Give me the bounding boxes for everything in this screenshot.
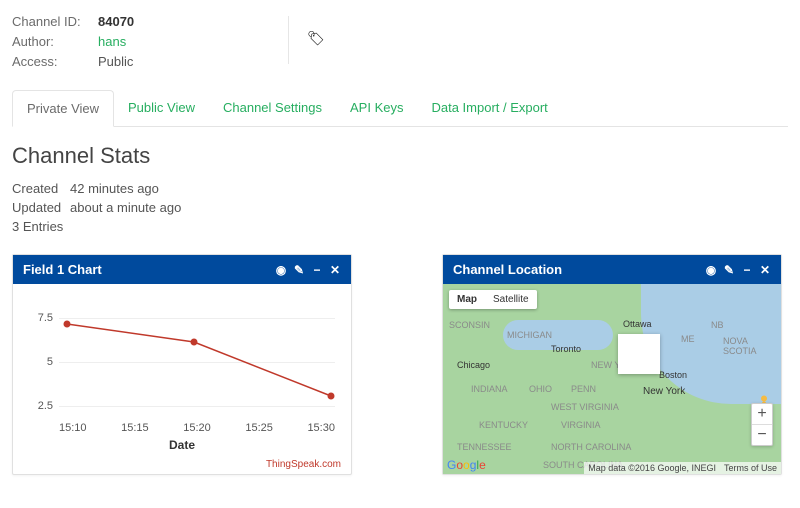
xtick: 15:25 — [245, 422, 273, 434]
tab-public-view[interactable]: Public View — [114, 90, 209, 126]
tab-private-view[interactable]: Private View — [12, 90, 114, 127]
map-label: Toronto — [551, 344, 581, 354]
map-label: NOVA SCOTIA — [723, 336, 781, 356]
map-label: NB — [711, 320, 724, 330]
tab-api-keys[interactable]: API Keys — [336, 90, 417, 126]
ytick: 7.5 — [23, 312, 53, 324]
map-label: WEST VIRGINIA — [551, 402, 619, 412]
author-link[interactable]: hans — [98, 32, 126, 52]
map-label: OHIO — [529, 384, 552, 394]
xtick: 15:15 — [121, 422, 149, 434]
map-type-map[interactable]: Map — [449, 290, 485, 309]
updated-label: Updated — [12, 198, 70, 217]
tag-icon: 🏷 — [289, 12, 325, 72]
field1-chart-panel: Field 1 Chart ◉ ✎ − ✕ 7.5 5 2.5 — [12, 254, 352, 475]
edit-icon[interactable]: ✎ — [293, 264, 305, 276]
channel-id-label: Channel ID: — [12, 12, 98, 32]
zoom-out-button[interactable]: − — [752, 425, 772, 445]
xaxis-label: Date — [23, 438, 341, 452]
tab-channel-settings[interactable]: Channel Settings — [209, 90, 336, 126]
edit-icon[interactable]: ✎ — [723, 264, 735, 276]
entries-value: 3 Entries — [12, 217, 63, 236]
map-label: TENNESSEE — [457, 442, 512, 452]
access-value: Public — [98, 52, 133, 72]
minimize-icon[interactable]: − — [741, 264, 753, 276]
map-label: Chicago — [457, 360, 490, 370]
field1-chart-title: Field 1 Chart — [23, 262, 275, 277]
xtick: 15:10 — [59, 422, 87, 434]
minimize-icon[interactable]: − — [311, 264, 323, 276]
map-label: New York — [643, 386, 685, 397]
map-label: INDIANA — [471, 384, 508, 394]
tabs: Private View Public View Channel Setting… — [12, 90, 788, 127]
tab-data-import-export[interactable]: Data Import / Export — [417, 90, 561, 126]
close-icon[interactable]: ✕ — [329, 264, 341, 276]
google-logo: Google — [447, 458, 486, 472]
field1-line-chart: 7.5 5 2.5 15:10 15:15 15:2 — [23, 294, 341, 454]
map-type-satellite[interactable]: Satellite — [485, 290, 537, 309]
access-label: Access: — [12, 52, 98, 72]
chart-attribution[interactable]: ThingSpeak.com — [266, 459, 341, 470]
map-canvas[interactable]: SCONSIN MICHIGAN Toronto Ottawa Chicago … — [443, 284, 781, 474]
page-title: Channel Stats — [12, 143, 788, 169]
map-label: ME — [681, 334, 695, 344]
created-value: 42 minutes ago — [70, 179, 159, 198]
zoom-in-button[interactable]: + — [752, 404, 772, 425]
map-label: VIRGINIA — [561, 420, 601, 430]
channel-location-panel: Channel Location ◉ ✎ − ✕ SCONSIN MICHIGA… — [442, 254, 782, 475]
map-label: NORTH CAROLINA — [551, 442, 631, 452]
map-label: Ottawa — [623, 319, 652, 329]
xtick: 15:30 — [307, 422, 335, 434]
channel-id-value: 84070 — [98, 12, 134, 32]
view-icon[interactable]: ◉ — [705, 264, 717, 276]
close-icon[interactable]: ✕ — [759, 264, 771, 276]
created-label: Created — [12, 179, 70, 198]
map-type-control: Map Satellite — [449, 290, 537, 309]
ytick: 2.5 — [23, 400, 53, 412]
channel-stats: Created 42 minutes ago Updated about a m… — [12, 179, 788, 236]
author-label: Author: — [12, 32, 98, 52]
updated-value: about a minute ago — [70, 198, 181, 217]
map-terms-link[interactable]: Terms of Use — [724, 463, 777, 473]
zoom-control: + − — [751, 403, 773, 446]
view-icon[interactable]: ◉ — [275, 264, 287, 276]
channel-location-title: Channel Location — [453, 262, 705, 277]
map-label: SCONSIN — [449, 320, 490, 330]
ytick: 5 — [23, 356, 53, 368]
channel-meta: Channel ID: 84070 Author: hans Access: P… — [12, 12, 288, 72]
xtick: 15:20 — [183, 422, 211, 434]
map-label: Boston — [659, 370, 687, 380]
map-infowindow[interactable] — [618, 334, 660, 374]
map-label: MICHIGAN — [507, 330, 552, 340]
map-data-attribution: Map data ©2016 Google, INEGI — [588, 463, 716, 473]
map-label: PENN — [571, 384, 596, 394]
map-label: KENTUCKY — [479, 420, 528, 430]
